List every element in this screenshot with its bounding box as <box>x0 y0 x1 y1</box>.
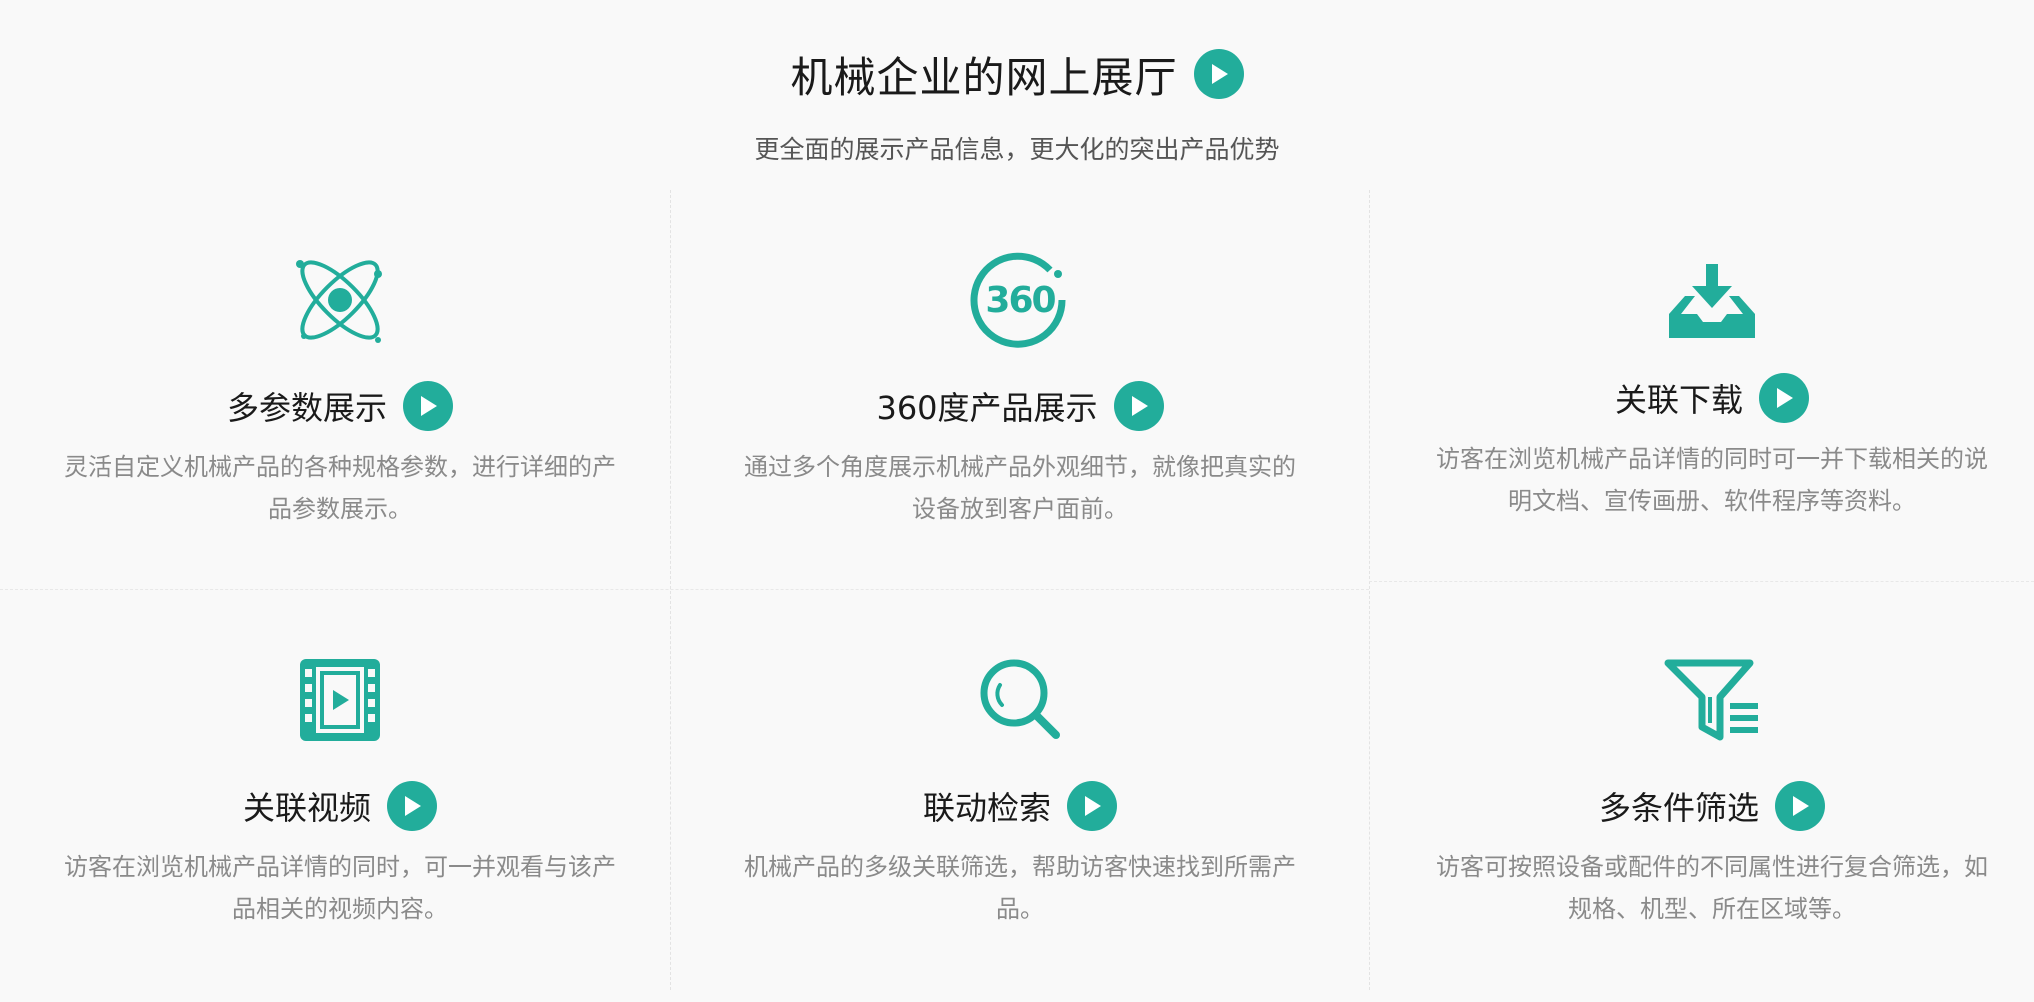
play-icon <box>1211 64 1228 84</box>
grid-divider <box>1369 581 2034 582</box>
grid-divider <box>1369 190 1370 990</box>
section-subtitle: 更全面的展示产品信息，更大化的突出产品优势 <box>754 135 1280 164</box>
feature-card-360-view: 360 360度产品展示 通过多个角度展示机械产品外观细节，就像把真实的设备放到… <box>680 252 1360 530</box>
video-film-icon <box>0 652 680 748</box>
play-button[interactable] <box>1775 781 1825 831</box>
feature-description: 通过多个角度展示机械产品外观细节，就像把真实的设备放到客户面前。 <box>744 453 1296 523</box>
play-button[interactable] <box>1067 781 1117 831</box>
feature-description: 访客在浏览机械产品详情的同时，可一并观看与该产品相关的视频内容。 <box>64 853 616 923</box>
grid-divider <box>0 589 1369 590</box>
section-title: 机械企业的网上展厅 <box>790 52 1178 102</box>
filter-list-icon <box>1372 652 2034 748</box>
play-button[interactable] <box>1193 49 1244 99</box>
feature-title: 多条件筛选 <box>1598 789 1759 827</box>
feature-card-multi-params: 多参数展示 灵活自定义机械产品的各种规格参数，进行详细的产品参数展示。 <box>0 252 680 530</box>
section-header: 机械企业的网上展厅 更全面的展示产品信息，更大化的突出产品优势 <box>0 38 2034 166</box>
feature-description: 灵活自定义机械产品的各种规格参数，进行详细的产品参数展示。 <box>64 453 616 523</box>
play-icon <box>405 796 421 816</box>
360-view-icon: 360 <box>680 252 1360 348</box>
play-icon <box>1793 796 1809 816</box>
feature-title: 多参数展示 <box>226 389 387 427</box>
feature-description: 机械产品的多级关联筛选，帮助访客快速找到所需产品。 <box>744 853 1296 923</box>
feature-card-multi-filter: 多条件筛选 访客可按照设备或配件的不同属性进行复合筛选，如规格、机型、所在区域等… <box>1372 652 2034 930</box>
play-icon <box>1131 396 1148 416</box>
play-button[interactable] <box>387 781 437 831</box>
play-button[interactable] <box>403 381 453 431</box>
feature-description: 访客可按照设备或配件的不同属性进行复合筛选，如规格、机型、所在区域等。 <box>1436 853 1988 923</box>
feature-card-linked-search: 联动检索 机械产品的多级关联筛选，帮助访客快速找到所需产品。 <box>680 652 1360 930</box>
download-tray-icon <box>1372 252 2034 348</box>
atom-icon <box>0 252 680 348</box>
feature-card-related-downloads: 关联下载 访客在浏览机械产品详情的同时可一并下载相关的说明文档、宣传画册、软件程… <box>1372 252 2034 522</box>
feature-title: 联动检索 <box>922 789 1051 827</box>
feature-title: 关联下载 <box>1614 381 1743 419</box>
feature-card-related-videos: 关联视频 访客在浏览机械产品详情的同时，可一并观看与该产品相关的视频内容。 <box>0 652 680 930</box>
search-icon <box>680 652 1360 748</box>
play-button[interactable] <box>1759 373 1809 423</box>
feature-title: 360度产品展示 <box>876 389 1098 427</box>
play-button[interactable] <box>1113 381 1164 431</box>
svg-text:360: 360 <box>985 280 1055 321</box>
feature-description: 访客在浏览机械产品详情的同时可一并下载相关的说明文档、宣传画册、软件程序等资料。 <box>1436 445 1988 515</box>
play-icon <box>421 396 437 416</box>
play-icon <box>1085 796 1101 816</box>
play-icon <box>1777 388 1793 408</box>
feature-title: 关联视频 <box>242 789 371 827</box>
